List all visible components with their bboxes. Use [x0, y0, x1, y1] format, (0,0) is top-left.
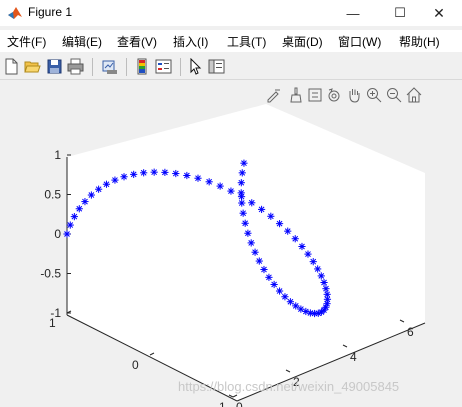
menu-window[interactable]: 窗口(W): [338, 33, 381, 50]
menu-desktop[interactable]: 桌面(D): [282, 33, 323, 50]
data-point-marker: [241, 219, 249, 227]
y-tick-label: 0: [132, 358, 139, 372]
new-figure-icon[interactable]: [3, 58, 20, 75]
data-point-marker: [284, 227, 292, 235]
menu-help[interactable]: 帮助(H): [399, 33, 440, 50]
x-tick-label: 4: [350, 350, 357, 364]
menu-insert[interactable]: 插入(I): [173, 33, 208, 50]
z-tick-label: 1: [54, 148, 61, 162]
watermark-text: https://blog.csdn.net/weixin_49005845: [178, 379, 399, 394]
open-file-icon[interactable]: [24, 58, 41, 75]
toolbar-separator: [180, 58, 181, 76]
data-point-marker: [194, 174, 202, 182]
property-inspector-icon[interactable]: [208, 58, 225, 75]
menu-edit[interactable]: 编辑(E): [62, 33, 102, 50]
toolbar-separator: [126, 58, 127, 76]
data-point-marker: [317, 272, 325, 280]
data-point-marker: [238, 169, 246, 177]
data-point-marker: [255, 257, 263, 265]
minimize-button[interactable]: —: [330, 0, 376, 26]
z-tick-label: -1: [50, 306, 61, 320]
menu-view[interactable]: 查看(V): [117, 33, 157, 50]
data-point-marker: [75, 205, 83, 213]
toolbar-separator: [92, 58, 93, 76]
data-point-marker: [205, 178, 213, 186]
data-point-marker: [87, 191, 95, 199]
x-tick-label: 6: [407, 325, 414, 339]
x-tick-label: 0: [236, 400, 243, 407]
data-point-marker: [63, 230, 71, 238]
data-point-marker: [260, 265, 268, 274]
data-point-marker: [275, 287, 284, 295]
axes-box: [66, 104, 426, 402]
data-point-marker: [314, 265, 322, 273]
menu-file[interactable]: 文件(F): [7, 33, 46, 50]
data-point-marker: [237, 179, 245, 187]
plot-3d[interactable]: 0246-101-1-0.500.51 https://blog.csdn.ne…: [0, 81, 462, 407]
data-point-marker: [172, 169, 180, 178]
data-point-marker: [281, 293, 289, 301]
data-point-marker: [130, 170, 138, 178]
insert-colorbar-icon[interactable]: [134, 58, 151, 75]
menu-tools[interactable]: 工具(T): [227, 33, 266, 50]
data-point-marker: [240, 159, 248, 167]
data-point-marker: [111, 176, 119, 184]
data-point-marker: [66, 221, 74, 229]
data-point-marker: [291, 235, 299, 243]
print-icon[interactable]: [67, 58, 84, 75]
close-button[interactable]: ✕: [416, 0, 462, 26]
data-point-marker: [247, 239, 255, 247]
title-bar: Figure 1 — ☐ ✕: [0, 0, 462, 26]
insert-legend-icon[interactable]: [155, 58, 172, 75]
data-point-marker: [102, 180, 111, 188]
z-tick-label: 0.5: [44, 188, 61, 202]
data-point-marker: [275, 220, 284, 228]
matlab-logo-icon: [8, 7, 22, 19]
data-point-marker: [251, 248, 259, 256]
data-point-marker: [239, 209, 247, 217]
data-point-marker: [238, 199, 246, 207]
data-point-marker: [216, 182, 224, 190]
z-tick-label: 0: [54, 227, 61, 241]
data-point-marker: [257, 205, 266, 214]
z-tick-label: -0.5: [40, 267, 61, 281]
link-plot-icon[interactable]: [101, 58, 118, 75]
figure-canvas: 0 2 4 6 -1 0 1 -1 -0.5 0 0.5 1 https://blog.csdn.ne…: [0, 81, 462, 407]
edit-plot-arrow-icon[interactable]: [187, 58, 204, 75]
data-point-marker: [120, 173, 128, 181]
y-tick-label: -1: [215, 400, 226, 407]
toolbar: [0, 54, 462, 80]
data-point-marker: [248, 199, 256, 207]
window-title: Figure 1: [28, 5, 73, 19]
data-point-marker: [244, 229, 252, 237]
menu-bar: 文件(F) 编辑(E) 查看(V) 插入(I) 工具(T) 桌面(D) 窗口(W…: [0, 30, 462, 52]
save-icon[interactable]: [46, 58, 63, 75]
data-point-marker: [81, 197, 89, 206]
data-point-marker: [70, 213, 78, 221]
